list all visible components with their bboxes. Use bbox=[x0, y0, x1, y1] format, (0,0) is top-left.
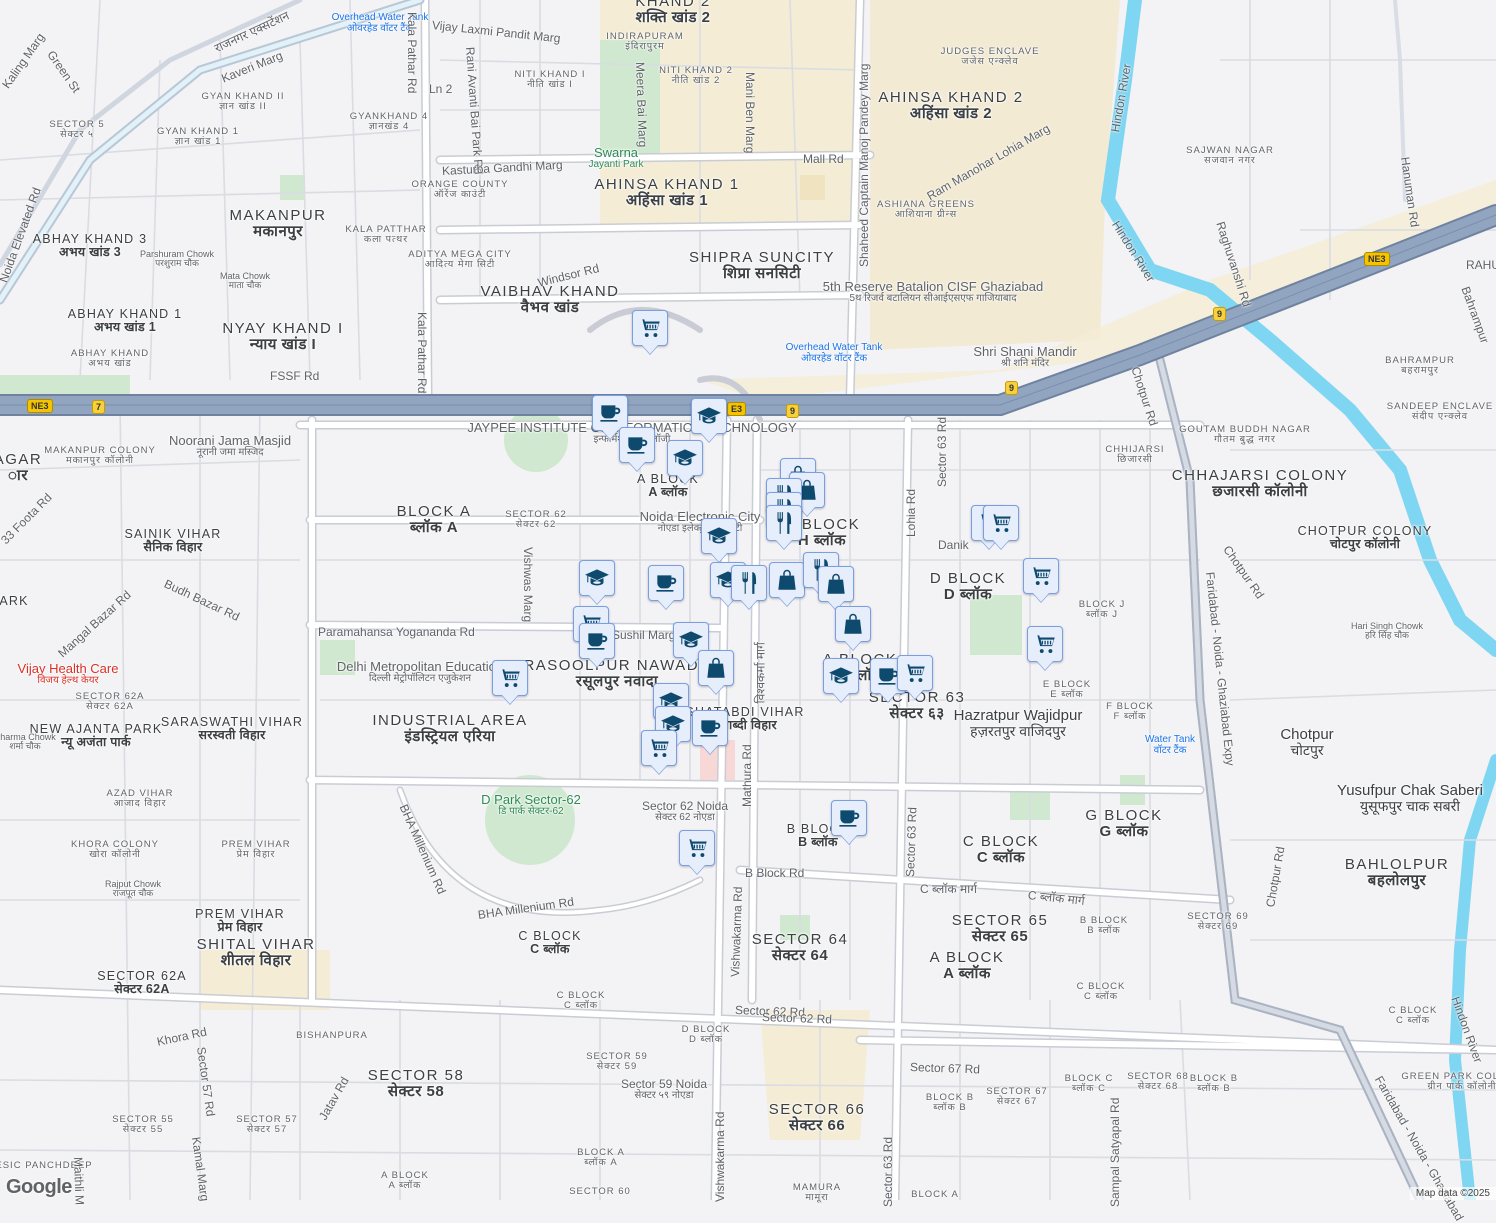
map-marker-coffee[interactable] bbox=[831, 800, 867, 836]
road-label: Sector 63 Rd bbox=[881, 1137, 895, 1207]
route-shield: NE3 bbox=[1364, 252, 1390, 266]
graduation-cap-icon bbox=[696, 403, 722, 429]
map-marker-coffee[interactable] bbox=[579, 623, 615, 659]
route-shield: NE3 bbox=[27, 399, 53, 413]
map-marker-coffee[interactable] bbox=[648, 565, 684, 601]
road-label: Sushil Marg bbox=[612, 628, 675, 642]
road-label: RAHU bbox=[1466, 258, 1496, 272]
road-label: Shaheed Captain Manoj Pandey Marg bbox=[857, 64, 871, 267]
shopping-cart-icon bbox=[988, 510, 1014, 536]
road-label: Sector 62 Rd bbox=[762, 1010, 832, 1026]
map-marker-graduation-cap[interactable] bbox=[691, 398, 727, 434]
map-marker-coffee[interactable] bbox=[619, 427, 655, 463]
coffee-icon bbox=[697, 715, 723, 741]
graduation-cap-icon bbox=[678, 627, 704, 653]
road-label: Mani Ben Marg bbox=[743, 72, 757, 153]
map-marker-shopping-cart[interactable] bbox=[492, 660, 528, 696]
map-marker-shopping-cart[interactable] bbox=[641, 730, 677, 766]
route-shield: 9 bbox=[1005, 381, 1018, 395]
shopping-bag-icon bbox=[840, 611, 866, 637]
route-shield: E3 bbox=[727, 402, 746, 416]
shopping-cart-icon bbox=[1032, 631, 1058, 657]
map-marker-shopping-cart[interactable] bbox=[1023, 558, 1059, 594]
map-marker-restaurant[interactable] bbox=[731, 565, 767, 601]
google-logo: Google bbox=[6, 1176, 72, 1199]
shopping-bag-icon bbox=[703, 655, 729, 681]
route-shield: 7 bbox=[92, 400, 105, 414]
shopping-bag-icon bbox=[774, 567, 800, 593]
map-marker-shopping-cart[interactable] bbox=[1027, 626, 1063, 662]
graduation-cap-icon bbox=[584, 565, 610, 591]
road-label: Kala Pathar Rd bbox=[415, 312, 429, 393]
road-label: Sector 67 Rd bbox=[910, 1060, 980, 1076]
coffee-icon bbox=[597, 400, 623, 426]
map-marker-shopping-cart[interactable] bbox=[679, 830, 715, 866]
road-label: Kala Pathar Rd bbox=[405, 12, 419, 93]
map-marker-coffee[interactable] bbox=[692, 710, 728, 746]
road-label: FSSF Rd bbox=[270, 369, 319, 383]
map-attribution[interactable]: Map data ©2025 bbox=[1410, 1187, 1496, 1200]
coffee-icon bbox=[653, 570, 679, 596]
road-label: Paramahansa Yogananda Rd bbox=[318, 625, 475, 639]
road-label: Ln 2 bbox=[429, 82, 452, 96]
map-marker-shopping-bag[interactable] bbox=[769, 562, 805, 598]
map-marker-shopping-bag[interactable] bbox=[818, 566, 854, 602]
map-marker-graduation-cap[interactable] bbox=[823, 658, 859, 694]
shopping-cart-icon bbox=[684, 835, 710, 861]
map-marker-graduation-cap[interactable] bbox=[579, 560, 615, 596]
shopping-cart-icon bbox=[646, 735, 672, 761]
map-marker-shopping-cart[interactable] bbox=[983, 505, 1019, 541]
road-label: Sampal Satyapal Rd bbox=[1108, 1098, 1122, 1207]
road-label: Mathura Rd bbox=[740, 744, 754, 807]
map-marker-shopping-bag[interactable] bbox=[835, 606, 871, 642]
restaurant-icon bbox=[771, 510, 797, 536]
restaurant-icon bbox=[736, 570, 762, 596]
road-label: Lohia Rd bbox=[904, 489, 918, 537]
road-label: विश्वकर्मा मार्ग bbox=[752, 642, 769, 703]
map-marker-restaurant[interactable] bbox=[766, 505, 802, 541]
road-label: Maithli M bbox=[71, 1157, 87, 1205]
map-marker-shopping-bag[interactable] bbox=[698, 650, 734, 686]
shopping-bag-icon bbox=[823, 571, 849, 597]
map-marker-shopping-cart[interactable] bbox=[897, 655, 933, 691]
graduation-cap-icon bbox=[828, 663, 854, 689]
route-shield: 9 bbox=[786, 404, 799, 418]
map-marker-shopping-cart[interactable] bbox=[632, 310, 668, 346]
map-marker-graduation-cap[interactable] bbox=[667, 440, 703, 476]
road-label: Sector 63 Rd bbox=[903, 807, 919, 877]
coffee-icon bbox=[584, 628, 610, 654]
road-label: C ब्लॉक मार्ग bbox=[920, 880, 977, 897]
road-label: Meera Bai Marg bbox=[633, 62, 650, 148]
map-marker-coffee[interactable] bbox=[592, 395, 628, 431]
shopping-cart-icon bbox=[902, 660, 928, 686]
graduation-cap-icon bbox=[706, 523, 732, 549]
shopping-cart-icon bbox=[497, 665, 523, 691]
road-label: Mall Rd bbox=[803, 152, 844, 166]
road-label: Vishwakarma Rd bbox=[713, 1112, 727, 1202]
route-shield: 9 bbox=[1213, 307, 1226, 321]
road-label: Vishwas Marg bbox=[521, 547, 535, 622]
shopping-cart-icon bbox=[637, 315, 663, 341]
road-label: B Block Rd bbox=[745, 866, 804, 880]
shopping-cart-icon bbox=[1028, 563, 1054, 589]
coffee-icon bbox=[836, 805, 862, 831]
road-label: Danik bbox=[938, 538, 969, 552]
graduation-cap-icon bbox=[672, 445, 698, 471]
map-marker-graduation-cap[interactable] bbox=[701, 518, 737, 554]
road-label: Sector 63 Rd bbox=[935, 417, 949, 487]
coffee-icon bbox=[624, 432, 650, 458]
